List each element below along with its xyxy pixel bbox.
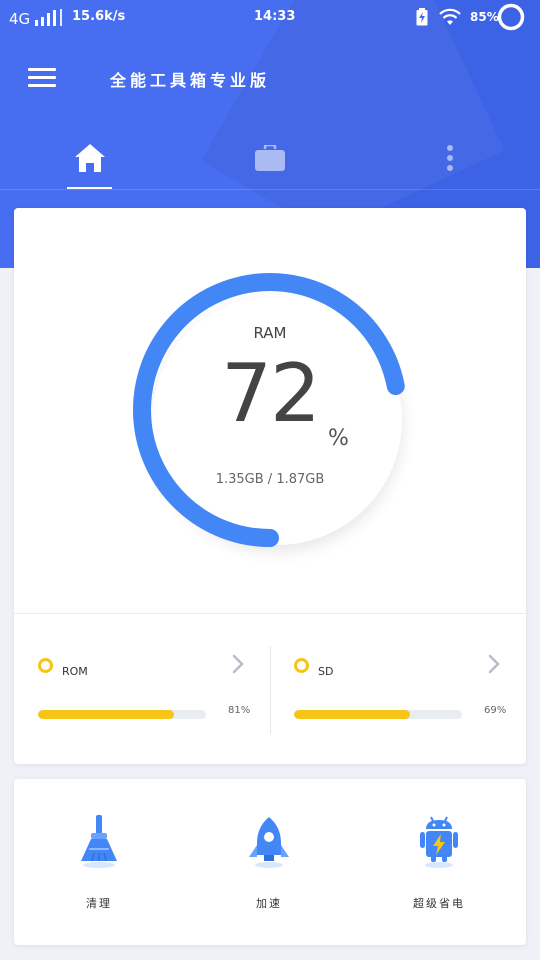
- tool-clean-button[interactable]: 清理: [39, 815, 159, 915]
- more-vertical-icon: [447, 145, 453, 171]
- rom-percent: 81%: [228, 705, 251, 716]
- status-separator: [60, 9, 62, 26]
- ram-percent-unit: %: [328, 426, 349, 451]
- ram-percent-value: 72: [221, 347, 321, 440]
- storage-column-divider: [270, 646, 271, 734]
- sd-label: SD: [318, 665, 334, 678]
- tab-home[interactable]: [60, 130, 120, 186]
- network-type: 4G: [9, 10, 31, 28]
- chevron-right-icon[interactable]: [488, 654, 500, 674]
- tool-boost-button[interactable]: 加速: [209, 815, 329, 915]
- signal-icon: [35, 9, 56, 26]
- chevron-right-icon[interactable]: [232, 654, 244, 674]
- home-icon: [75, 144, 105, 172]
- card-divider: [14, 613, 526, 614]
- battery-percent: 85%: [470, 10, 499, 24]
- memory-card: RAM 72 % 1.35GB / 1.87GB ROM 81% SD 69%: [14, 208, 526, 764]
- tabs-divider: [0, 189, 540, 190]
- tool-power-save-button[interactable]: 超级省电: [379, 815, 499, 915]
- sd-progress-track: [294, 710, 462, 719]
- battery-charging-icon: [416, 8, 428, 30]
- network-speed: 15.6k/s: [72, 9, 126, 24]
- ram-label: RAM: [253, 324, 287, 342]
- rom-progress-track: [38, 710, 206, 719]
- tool-power-save-label: 超级省电: [413, 897, 465, 910]
- status-bar: 4G 15.6k/s 14:33 85%: [0, 0, 540, 34]
- rocket-icon: [249, 817, 289, 868]
- rom-progress-fill: [38, 710, 175, 719]
- menu-button[interactable]: [26, 64, 58, 90]
- sd-dot-icon: [294, 658, 309, 673]
- ram-usage-detail: 1.35GB / 1.87GB: [215, 472, 325, 487]
- tab-more[interactable]: [420, 130, 480, 186]
- broom-icon: [81, 815, 117, 868]
- clock: 14:33: [254, 9, 296, 24]
- sd-percent: 69%: [484, 705, 507, 716]
- tool-boost-label: 加速: [256, 897, 282, 910]
- memory-ring-icon: [497, 3, 525, 35]
- tools-card: 清理 加速 超级省电: [14, 779, 526, 945]
- android-battery-icon: [420, 816, 458, 868]
- rom-label: ROM: [62, 665, 88, 678]
- tool-clean-label: 清理: [86, 897, 112, 910]
- storage-rom[interactable]: ROM 81%: [38, 648, 258, 728]
- briefcase-icon: [255, 145, 285, 171]
- tab-toolbox[interactable]: [240, 130, 300, 186]
- wifi-icon: [438, 8, 462, 30]
- rom-dot-icon: [38, 658, 53, 673]
- sd-progress-fill: [294, 710, 410, 719]
- storage-sd[interactable]: SD 69%: [294, 648, 514, 728]
- app-title: 全能工具箱专业版: [110, 71, 271, 90]
